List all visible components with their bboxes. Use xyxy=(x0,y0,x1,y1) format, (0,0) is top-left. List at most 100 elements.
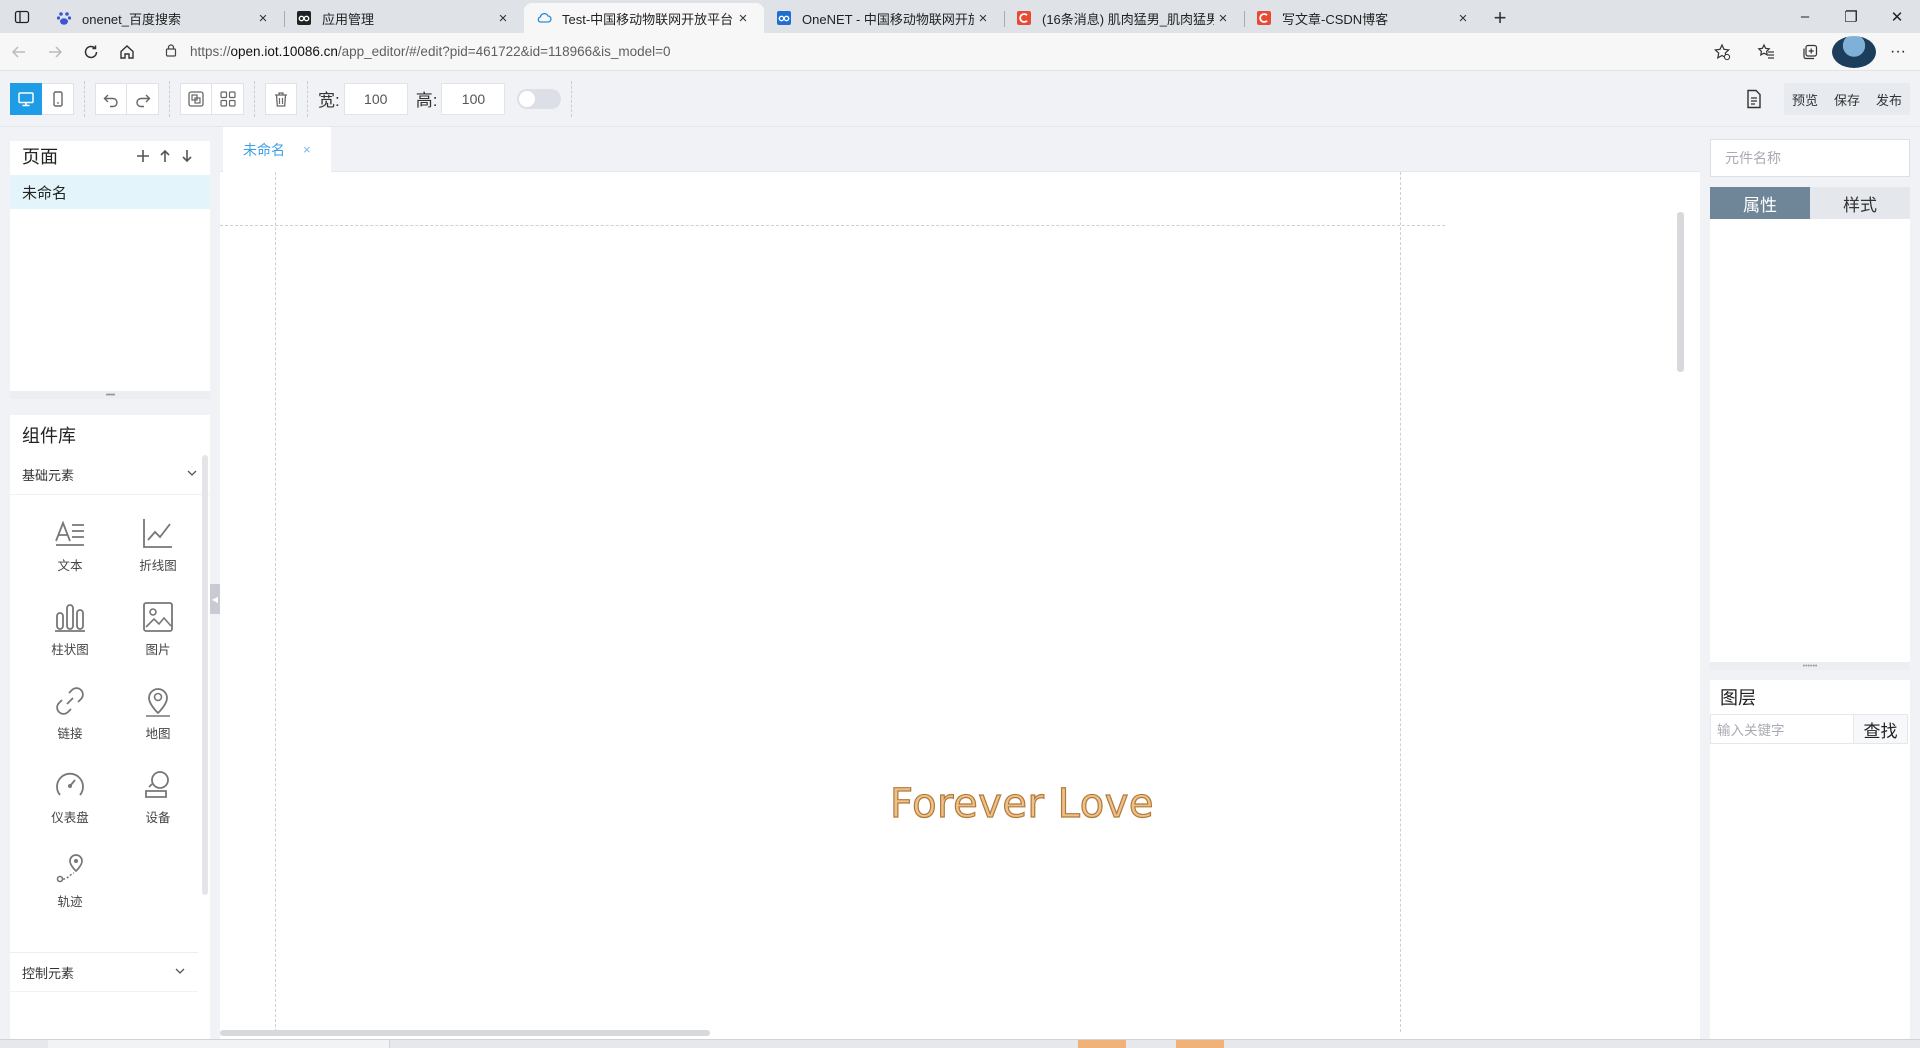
new-tab-button[interactable]: + xyxy=(1484,3,1516,33)
canvas-horizontal-scrollbar[interactable] xyxy=(220,1030,710,1036)
text-icon xyxy=(55,520,84,546)
line-chart-icon xyxy=(143,519,172,548)
group-button[interactable] xyxy=(180,82,212,115)
component-label: 设备 xyxy=(145,811,171,825)
minimize-button[interactable]: – xyxy=(1782,0,1828,33)
resize-handle[interactable]: •••••• xyxy=(1710,662,1910,670)
canvas-vertical-scrollbar[interactable] xyxy=(1677,212,1684,372)
tab-close-icon[interactable]: × xyxy=(494,10,512,27)
component-line-chart[interactable]: 折线图 xyxy=(114,511,202,585)
forward-button[interactable] xyxy=(38,36,72,68)
ratio-lock-toggle[interactable] xyxy=(517,88,562,109)
component-link[interactable]: 链接 xyxy=(26,679,114,753)
move-up-icon[interactable] xyxy=(154,145,176,167)
component-device[interactable]: 设备 xyxy=(114,763,202,837)
favorites-icon[interactable] xyxy=(1744,36,1788,68)
canvas-guide-right xyxy=(1400,172,1401,1032)
home-button[interactable] xyxy=(110,36,144,68)
device-switch-group xyxy=(0,80,85,117)
os-taskbar xyxy=(0,1039,1920,1048)
layers-search-button[interactable]: 查找 xyxy=(1853,715,1907,743)
save-button[interactable]: 保存 xyxy=(1826,83,1868,115)
cloud-icon xyxy=(536,10,552,26)
tab-close-icon[interactable]: × xyxy=(974,10,992,27)
back-button[interactable] xyxy=(2,36,36,68)
browser-tab[interactable]: 写文章-CSDN博客 × xyxy=(1244,3,1484,33)
component-text[interactable]: 文本 xyxy=(26,511,114,585)
component-gauge[interactable]: 仪表盘 xyxy=(26,763,114,837)
more-menu-button[interactable]: ··· xyxy=(1876,36,1920,68)
page-list-item[interactable]: 未命名 xyxy=(10,175,210,209)
browser-tab[interactable]: onenet_百度搜索 × xyxy=(44,3,284,33)
refresh-button[interactable] xyxy=(74,36,108,68)
preview-button[interactable]: 预览 xyxy=(1784,83,1826,115)
link-icon xyxy=(56,687,84,715)
height-input[interactable]: 100 xyxy=(441,82,506,115)
add-favorite-icon[interactable] xyxy=(1700,36,1744,68)
component-name-input[interactable]: 元件名称 xyxy=(1710,139,1910,177)
taskbar-app-highlight[interactable] xyxy=(1176,1040,1224,1048)
width-input[interactable]: 100 xyxy=(343,82,408,115)
component-label: 折线图 xyxy=(139,559,177,573)
section-basic-elements[interactable]: 基础元素 xyxy=(10,455,210,495)
collapse-left-handle[interactable]: ◀ xyxy=(210,584,220,614)
tab-close-icon[interactable]: × xyxy=(1214,10,1232,27)
action-buttons: 预览 保存 发布 xyxy=(1783,83,1910,115)
component-label: 图片 xyxy=(145,643,171,657)
wordart-text[interactable]: Forever Love xyxy=(889,780,1154,827)
component-library: 组件库 基础元素 文本 折线图 柱状图 图片 链接 地图 仪表盘 设备 轨迹 控… xyxy=(10,415,210,1048)
device-icon xyxy=(145,771,169,798)
size-group: 宽: 100 高: 100 xyxy=(308,80,573,117)
mobile-view-button[interactable] xyxy=(42,82,74,115)
tab-close-icon[interactable]: × xyxy=(734,10,752,27)
browser-tab[interactable]: (16条消息) 肌肉猛男_肌肉猛男in × xyxy=(1004,3,1244,33)
toolbar-right: 预览 保存 发布 xyxy=(1736,83,1910,115)
track-icon xyxy=(56,854,83,883)
component-image[interactable]: 图片 xyxy=(114,595,202,669)
url-host: open.iot.10086.cn xyxy=(230,44,338,59)
layers-panel: 图层 输入关键字 查找 xyxy=(1710,680,1910,1043)
layers-search-input[interactable]: 输入关键字 xyxy=(1711,715,1853,743)
ungroup-button[interactable] xyxy=(212,82,244,115)
tab-close-icon[interactable]: × xyxy=(303,142,311,157)
avatar[interactable] xyxy=(1832,35,1876,68)
library-scrollbar[interactable] xyxy=(202,455,208,895)
move-down-icon[interactable] xyxy=(176,145,198,167)
component-map[interactable]: 地图 xyxy=(114,679,202,753)
tab-untitled[interactable]: 未命名 × xyxy=(223,127,331,172)
browser-tab-strip: onenet_百度搜索 × 应用管理 × Test-中国移动物联网开放平台 × … xyxy=(0,0,1920,33)
close-window-button[interactable]: ✕ xyxy=(1874,0,1920,33)
lock-icon[interactable] xyxy=(164,43,178,60)
component-track[interactable]: 轨迹 xyxy=(26,847,114,921)
collections-icon[interactable] xyxy=(1788,36,1832,68)
add-page-icon[interactable] xyxy=(132,145,154,167)
browser-tab[interactable]: 应用管理 × xyxy=(284,3,524,33)
resize-handle[interactable]: •••••• xyxy=(10,391,210,399)
document-icon[interactable] xyxy=(1736,83,1772,115)
gauge-icon xyxy=(56,772,84,796)
component-label: 链接 xyxy=(57,727,83,741)
caret-left-icon: ◀ xyxy=(211,594,219,604)
design-canvas[interactable]: Forever Love xyxy=(220,172,1690,1040)
redo-button[interactable] xyxy=(127,82,159,115)
tab-actions-icon[interactable] xyxy=(0,0,44,33)
desktop-view-button[interactable] xyxy=(10,82,42,115)
publish-button[interactable]: 发布 xyxy=(1868,83,1910,115)
tab-close-icon[interactable]: × xyxy=(254,10,272,27)
taskbar-app-highlight[interactable] xyxy=(1078,1040,1126,1048)
browser-actions: ··· xyxy=(1700,35,1920,68)
delete-button[interactable] xyxy=(265,82,297,115)
tab-close-icon[interactable]: × xyxy=(1454,10,1472,27)
tab-styles[interactable]: 样式 xyxy=(1810,187,1910,219)
height-label: 高: xyxy=(415,91,438,110)
taskbar-search[interactable] xyxy=(48,1040,390,1048)
browser-tab-active[interactable]: Test-中国移动物联网开放平台 × xyxy=(524,3,764,33)
section-control-elements[interactable]: 控制元素 xyxy=(10,952,198,992)
browser-tab[interactable]: OneNET - 中国移动物联网开放平 × xyxy=(764,3,1004,33)
layers-search: 输入关键字 查找 xyxy=(1710,714,1908,744)
component-bar-chart[interactable]: 柱状图 xyxy=(26,595,114,669)
restore-button[interactable]: ❐ xyxy=(1828,0,1874,33)
url-field[interactable]: https://open.iot.10086.cn/app_editor/#/e… xyxy=(152,36,1692,67)
tab-properties[interactable]: 属性 xyxy=(1710,187,1810,219)
undo-button[interactable] xyxy=(95,82,127,115)
